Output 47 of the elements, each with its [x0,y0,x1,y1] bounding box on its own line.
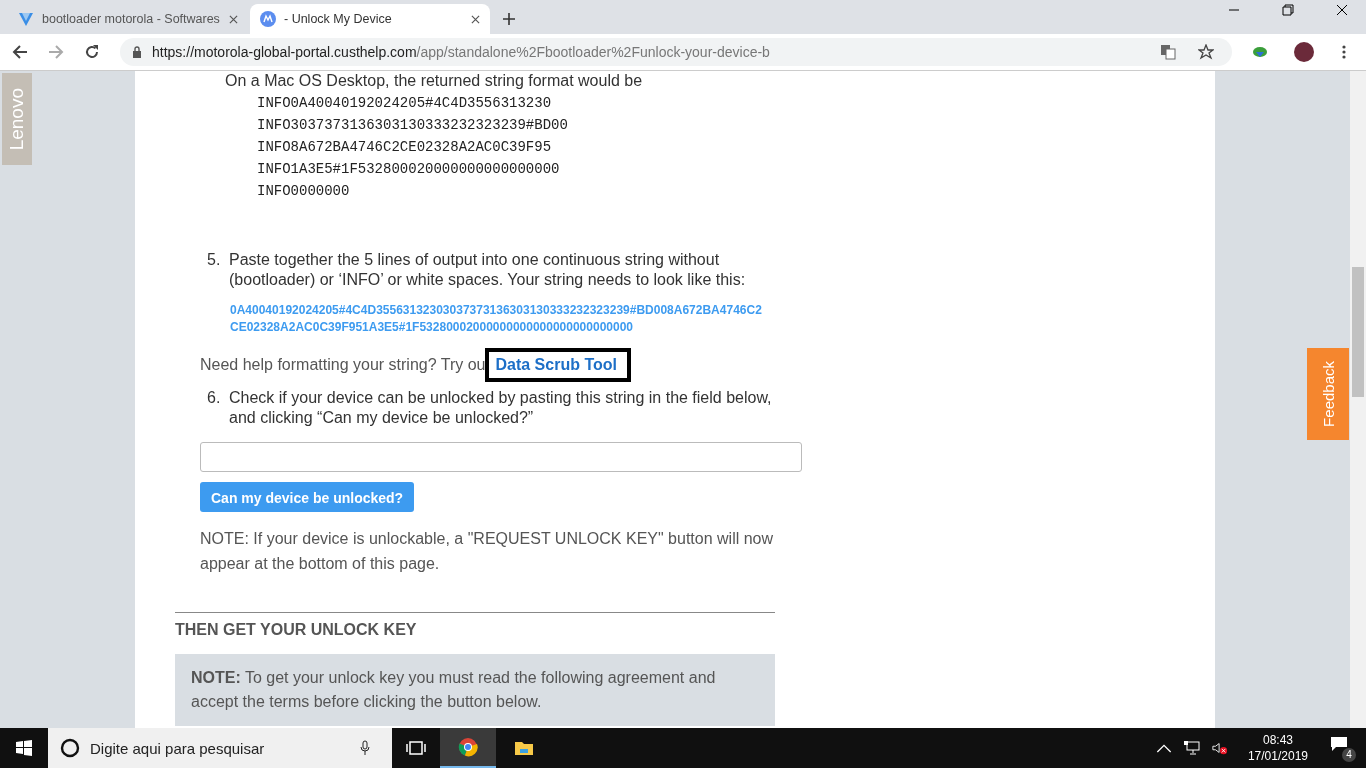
taskbar-search-field[interactable]: Digite aqui para pesquisar [48,728,392,768]
profile-avatar[interactable] [1294,42,1314,62]
microphone-icon[interactable] [360,740,370,756]
site-logo-icon [260,11,276,27]
code-line: INFO0000000 [257,182,351,201]
restore-icon[interactable] [1282,4,1294,16]
site-logo-icon [18,11,34,27]
lock-icon [132,46,142,58]
clock-time[interactable]: 08:43 [1262,732,1293,748]
step-number: 5. [207,250,222,270]
sample-string: CE02328A2AC0C39F951A3E5#1F53280002000000000000000000000000 [230,319,634,336]
translate-icon[interactable] [1160,44,1176,60]
close-icon[interactable] [1336,4,1348,16]
code-line: INFO1A3E5#1F532800020000000000000000 [257,160,561,179]
scrollbar[interactable] [1350,71,1366,728]
cortana-circle-icon[interactable] [60,738,80,758]
task-view-icon[interactable] [406,738,426,758]
notification-count: 4 [1342,748,1356,762]
paragraph: On a Mac OS Desktop, the returned string format would be [225,72,644,90]
section-heading: THEN GET YOUR UNLOCK KEY [175,621,418,639]
muted-speaker-icon[interactable] [1211,741,1228,755]
step-number: 6. [207,388,222,408]
browser-tab[interactable]: bootloader motorola - Softwares [8,4,248,34]
clock-date[interactable]: 17/01/2019 [1247,748,1308,764]
back-arrow-icon[interactable] [12,44,28,60]
help-text: Need help formatting your string? Try ou [200,356,486,374]
reload-icon[interactable] [84,44,100,60]
windows-start-icon[interactable] [16,740,32,756]
unlock-string-field[interactable] [200,442,802,472]
chrome-icon[interactable] [458,737,478,757]
step-text: Paste together the 5 lines of output into one continuous string without (bootloader) or ‘INFO’ or white spaces. Your string needs to look like this: [229,250,747,290]
star-icon[interactable] [1198,44,1214,60]
tab-title: - Unlock My Device [284,12,393,26]
step-text: Check if your device can be unlocked by pasting this string in the field below, and clicking “Can my device be unlocked?” [229,388,773,428]
sample-string: 0A40040192024205#4C4D35563132303037373136303130333232323239#BD008A672BA4746C2 [230,302,763,319]
browser-tab[interactable]: - Unlock My Device [250,4,490,34]
tab-title: bootloader motorola - Softwares [42,12,221,26]
address-bar[interactable]: https://motorola-global-portal.custhelp.com/app/standalone%2Fbootloader%2Funlock-your-device-b [120,38,1232,66]
data-scrub-tool-link[interactable]: Data Scrub Tool [485,348,631,382]
new-tab-icon[interactable] [502,12,516,26]
note-text: NOTE: If your device is unlockable, a "REQUEST UNLOCK KEY" button will now appear at the bottom of this page. [200,529,775,574]
code-line: INFO3037373136303130333232323239#BD00 [257,116,569,135]
network-icon[interactable] [1183,741,1200,755]
close-icon[interactable] [471,14,480,24]
code-line: INFO8A672BA4746C2CE02328A2AC0C39F95 [257,138,553,157]
agreement-note: NOTE: To get your unlock key you must read the following agreement and accept the terms before clicking the button below. [175,654,775,726]
code-line: INFO0A40040192024205#4C4D3556313230 [257,94,553,113]
